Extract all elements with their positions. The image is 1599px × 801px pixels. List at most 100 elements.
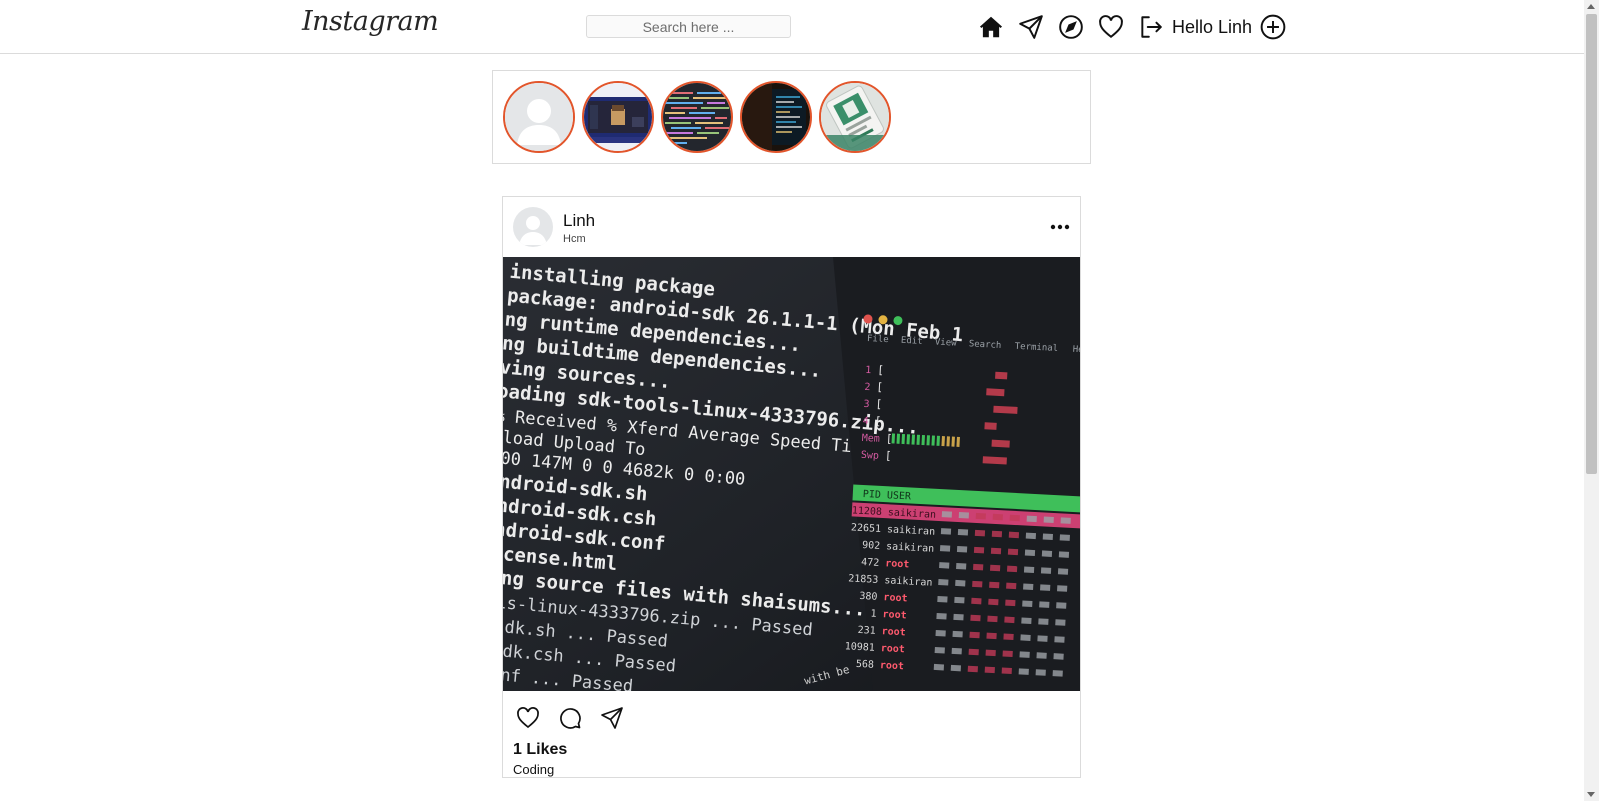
dark-monitor-image <box>742 83 810 151</box>
process-column-value <box>939 562 950 569</box>
terminal-menu-item: File <box>867 334 889 345</box>
memory-bar-segment <box>921 434 925 446</box>
share-send-icon[interactable] <box>597 703 627 733</box>
process-column-value <box>1055 619 1066 626</box>
cpu-row-bracket: [ <box>885 432 892 445</box>
terminal-menu-item: Help <box>1072 345 1080 356</box>
process-user: root <box>880 643 905 655</box>
cpu-row-label: Swp <box>861 450 880 462</box>
process-column-value <box>956 562 967 570</box>
process-column-value <box>1024 549 1036 557</box>
story-item-4[interactable] <box>740 81 812 153</box>
story-item-2[interactable] <box>582 81 654 153</box>
send-icon[interactable] <box>1016 12 1046 42</box>
process-column-value <box>955 579 966 587</box>
story-item-5[interactable] <box>819 81 891 153</box>
process-user: root <box>882 609 907 621</box>
memory-bar-segment <box>931 435 935 446</box>
post-location: Hcm <box>563 233 586 245</box>
process-column-value <box>1035 669 1046 676</box>
laptop-video-call-image <box>584 83 652 151</box>
process-column-value <box>1037 635 1048 642</box>
scroll-down-arrow-icon[interactable] <box>1587 792 1595 797</box>
process-column-value <box>951 647 962 655</box>
process-column-value <box>1002 650 1013 658</box>
greeting-text: Hello Linh <box>1172 16 1253 37</box>
process-column-value <box>973 563 984 571</box>
terminal-photo: installing packagepackage: android-sdk 2… <box>503 257 1080 691</box>
post-card: Linh Hcm installing package package: andr… <box>502 196 1081 778</box>
process-column-value <box>985 649 996 657</box>
process-column-value <box>956 545 968 553</box>
process-column-value <box>1018 668 1029 675</box>
post-username[interactable]: Linh <box>563 211 595 231</box>
scroll-up-arrow-icon[interactable] <box>1587 4 1595 9</box>
process-column-value <box>1056 602 1067 609</box>
process-column-value <box>938 579 949 586</box>
page-scrollbar[interactable] <box>1584 0 1599 801</box>
process-column-value <box>1022 600 1033 607</box>
code-screen-image <box>663 83 731 151</box>
process-pid: 21853 <box>848 573 879 586</box>
process-column-value <box>989 564 1001 572</box>
memory-bar-segment <box>941 436 945 447</box>
search-input[interactable] <box>586 15 791 38</box>
instagram-logo[interactable]: Instagram <box>302 6 439 37</box>
process-column-value <box>1004 616 1015 624</box>
process-column-value <box>1043 516 1054 523</box>
terminal-menu-item: Search <box>969 339 1002 351</box>
process-column-value <box>934 646 945 654</box>
process-column-value <box>1053 653 1064 660</box>
like-heart-icon[interactable] <box>513 703 543 733</box>
likes-count: 1 Likes <box>513 741 568 758</box>
avatar[interactable] <box>513 207 553 247</box>
plus-circle-icon[interactable] <box>1258 12 1288 42</box>
cpu-row-bracket: [ <box>876 381 883 394</box>
process-pid: 10981 <box>844 641 875 654</box>
process-column-value <box>971 597 982 605</box>
top-navbar: Instagram Hello Linh <box>0 0 1584 54</box>
memory-bar-segment <box>951 436 955 447</box>
process-column-value <box>989 581 1000 589</box>
memory-bar-segment <box>936 435 940 446</box>
process-column-value <box>957 529 969 536</box>
process-pid: 22651 <box>851 522 882 535</box>
terminal-menu-item: View <box>935 338 958 349</box>
process-column-value <box>1003 633 1014 641</box>
process-column-value <box>1019 651 1030 658</box>
phone-app-image <box>821 83 889 151</box>
post-actions <box>513 703 639 733</box>
process-user: root <box>880 660 905 672</box>
process-column-value <box>952 630 963 638</box>
process-column-value <box>1026 515 1037 523</box>
terminal-menu-item: Edit <box>901 336 923 347</box>
process-user: root <box>883 592 908 604</box>
process-column-value <box>984 666 995 674</box>
scroll-thumb[interactable] <box>1586 14 1597 474</box>
process-pid: 568 <box>856 659 875 671</box>
memory-bar-segment <box>906 434 911 445</box>
process-column-value <box>974 529 986 537</box>
process-column-value <box>990 547 1002 555</box>
story-item-3[interactable] <box>661 81 733 153</box>
process-column-value <box>968 648 979 656</box>
process-column-value <box>1005 599 1016 607</box>
process-column-value <box>972 580 983 588</box>
memory-bar-segment <box>901 433 906 445</box>
more-options-icon[interactable] <box>1048 217 1072 237</box>
process-column-value <box>940 528 952 535</box>
home-icon[interactable] <box>976 12 1006 42</box>
explore-icon[interactable] <box>1056 12 1086 42</box>
process-column-value <box>1038 618 1049 625</box>
cpu-row-label: 1 <box>865 365 872 376</box>
logout-icon[interactable] <box>1136 12 1166 42</box>
process-column-value <box>937 596 948 603</box>
cpu-readout <box>993 405 1018 414</box>
process-column-value <box>936 612 947 620</box>
story-item-1[interactable] <box>503 81 575 153</box>
process-column-value <box>992 513 1003 521</box>
comment-icon[interactable] <box>555 703 585 733</box>
heart-icon[interactable] <box>1096 12 1126 42</box>
post-image[interactable]: installing package package: android-sdk 2… <box>503 257 1080 691</box>
process-column-value <box>1042 533 1054 540</box>
